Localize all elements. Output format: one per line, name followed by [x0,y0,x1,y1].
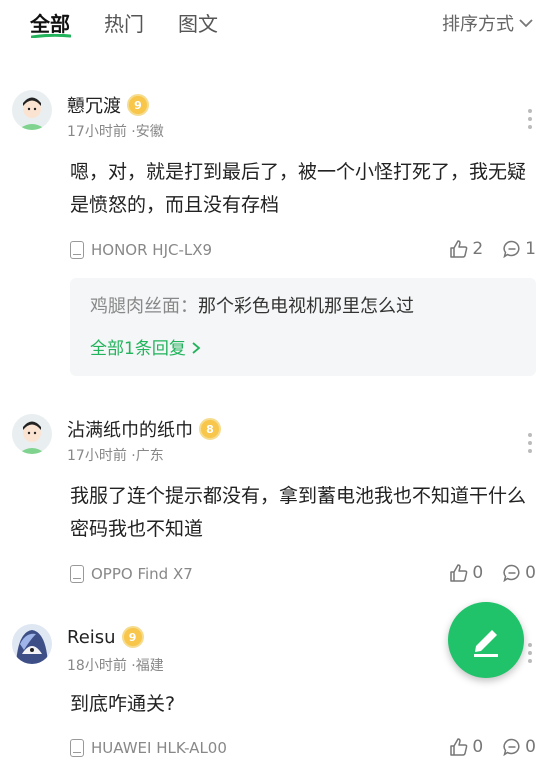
username-text: 戅冗渡 [67,96,121,117]
sort-label: 排序方式 [442,14,514,35]
like-count: 0 [472,737,484,757]
comment-bubble-icon [503,564,520,582]
level-badge: 8 [199,418,221,440]
like-count: 0 [472,563,484,583]
avatar[interactable] [12,414,52,454]
avatar[interactable] [12,90,52,130]
device-name: HUAWEI HLK-AL00 [91,739,227,757]
reply-count: 0 [525,563,536,583]
like-count: 2 [472,239,484,259]
comment-text: 到底咋通关? [70,693,176,715]
comment-text: 嗯，对，就是打到最后了，被一个小怪打死了，我无疑是愤怒的，而且没有存档 [70,161,527,216]
level-badge: 9 [127,94,149,116]
tab-all[interactable]: 全部 [30,8,70,37]
username-text: Reisu [67,626,116,648]
comment-bubble-icon [503,738,520,756]
chevron-down-icon [519,19,533,28]
comment-actions: 0 0 [450,737,536,757]
comment-meta: 18小时前 ·福建 [67,658,164,674]
phone-icon [70,565,84,583]
comment-tabs: 全部 热门 图文 排序方式 [0,0,556,44]
user-avatar-icon [12,414,52,454]
phone-icon [70,241,84,259]
device-info: OPPO Find X7 [70,565,193,583]
reply-button[interactable]: 0 [503,563,536,583]
comment-text: 我服了连个提示都没有，拿到蓄电池我也不知道干什么密码我也不知道 [70,485,527,540]
avatar[interactable] [12,624,52,664]
device-name: HONOR HJC-LX9 [91,241,213,259]
username[interactable]: 沾满纸巾的纸巾 8 [67,416,221,442]
anime-avatar-icon [12,624,52,664]
thumbs-up-icon [450,738,468,756]
more-options-icon[interactable] [528,109,532,129]
like-button[interactable]: 0 [450,563,483,583]
user-avatar-icon [12,90,52,130]
reply-count: 1 [525,239,536,259]
device-info: HONOR HJC-LX9 [70,241,212,259]
reply-button[interactable]: 1 [503,239,536,259]
thumbs-up-icon [450,564,468,582]
device-name: OPPO Find X7 [91,565,193,583]
thumbs-up-icon [450,240,468,258]
level-badge: 9 [121,626,144,648]
device-info: HUAWEI HLK-AL00 [70,739,227,757]
write-comment-button[interactable] [448,602,524,678]
more-options-icon[interactable] [528,643,532,663]
comment-actions: 0 0 [450,563,536,583]
tab-image-text[interactable]: 图文 [178,8,218,37]
view-all-replies-link[interactable]: 全部1条回复 [90,334,201,359]
reply-button[interactable]: 0 [503,737,536,757]
view-all-replies-label: 全部1条回复 [90,339,186,359]
comment-meta: 17小时前 ·广东 [67,448,164,464]
comment-bubble-icon [503,240,520,258]
reply-author: 鸡腿肉丝面： [90,296,198,317]
tab-hot[interactable]: 热门 [104,8,144,37]
comment-meta: 17小时前 ·安徽 [67,124,164,140]
reply-line: 鸡腿肉丝面：那个彩色电视机那里怎么过 [90,292,414,318]
reply-text: 那个彩色电视机那里怎么过 [198,296,414,317]
reply-preview[interactable]: 鸡腿肉丝面：那个彩色电视机那里怎么过 全部1条回复 [70,278,536,376]
reply-count: 0 [525,737,536,757]
like-button[interactable]: 0 [450,737,483,757]
sort-dropdown[interactable]: 排序方式 [442,10,534,36]
like-button[interactable]: 2 [450,239,483,259]
phone-icon [70,739,84,757]
chevron-right-icon [192,342,201,354]
username-text: 沾满纸巾的纸巾 [67,420,193,441]
username[interactable]: Reisu 9 [67,626,144,648]
active-tab-indicator [31,34,71,38]
edit-pencil-icon [474,630,498,657]
comment-actions: 2 1 [450,239,536,259]
more-options-icon[interactable] [528,433,532,453]
username[interactable]: 戅冗渡 9 [67,92,149,118]
